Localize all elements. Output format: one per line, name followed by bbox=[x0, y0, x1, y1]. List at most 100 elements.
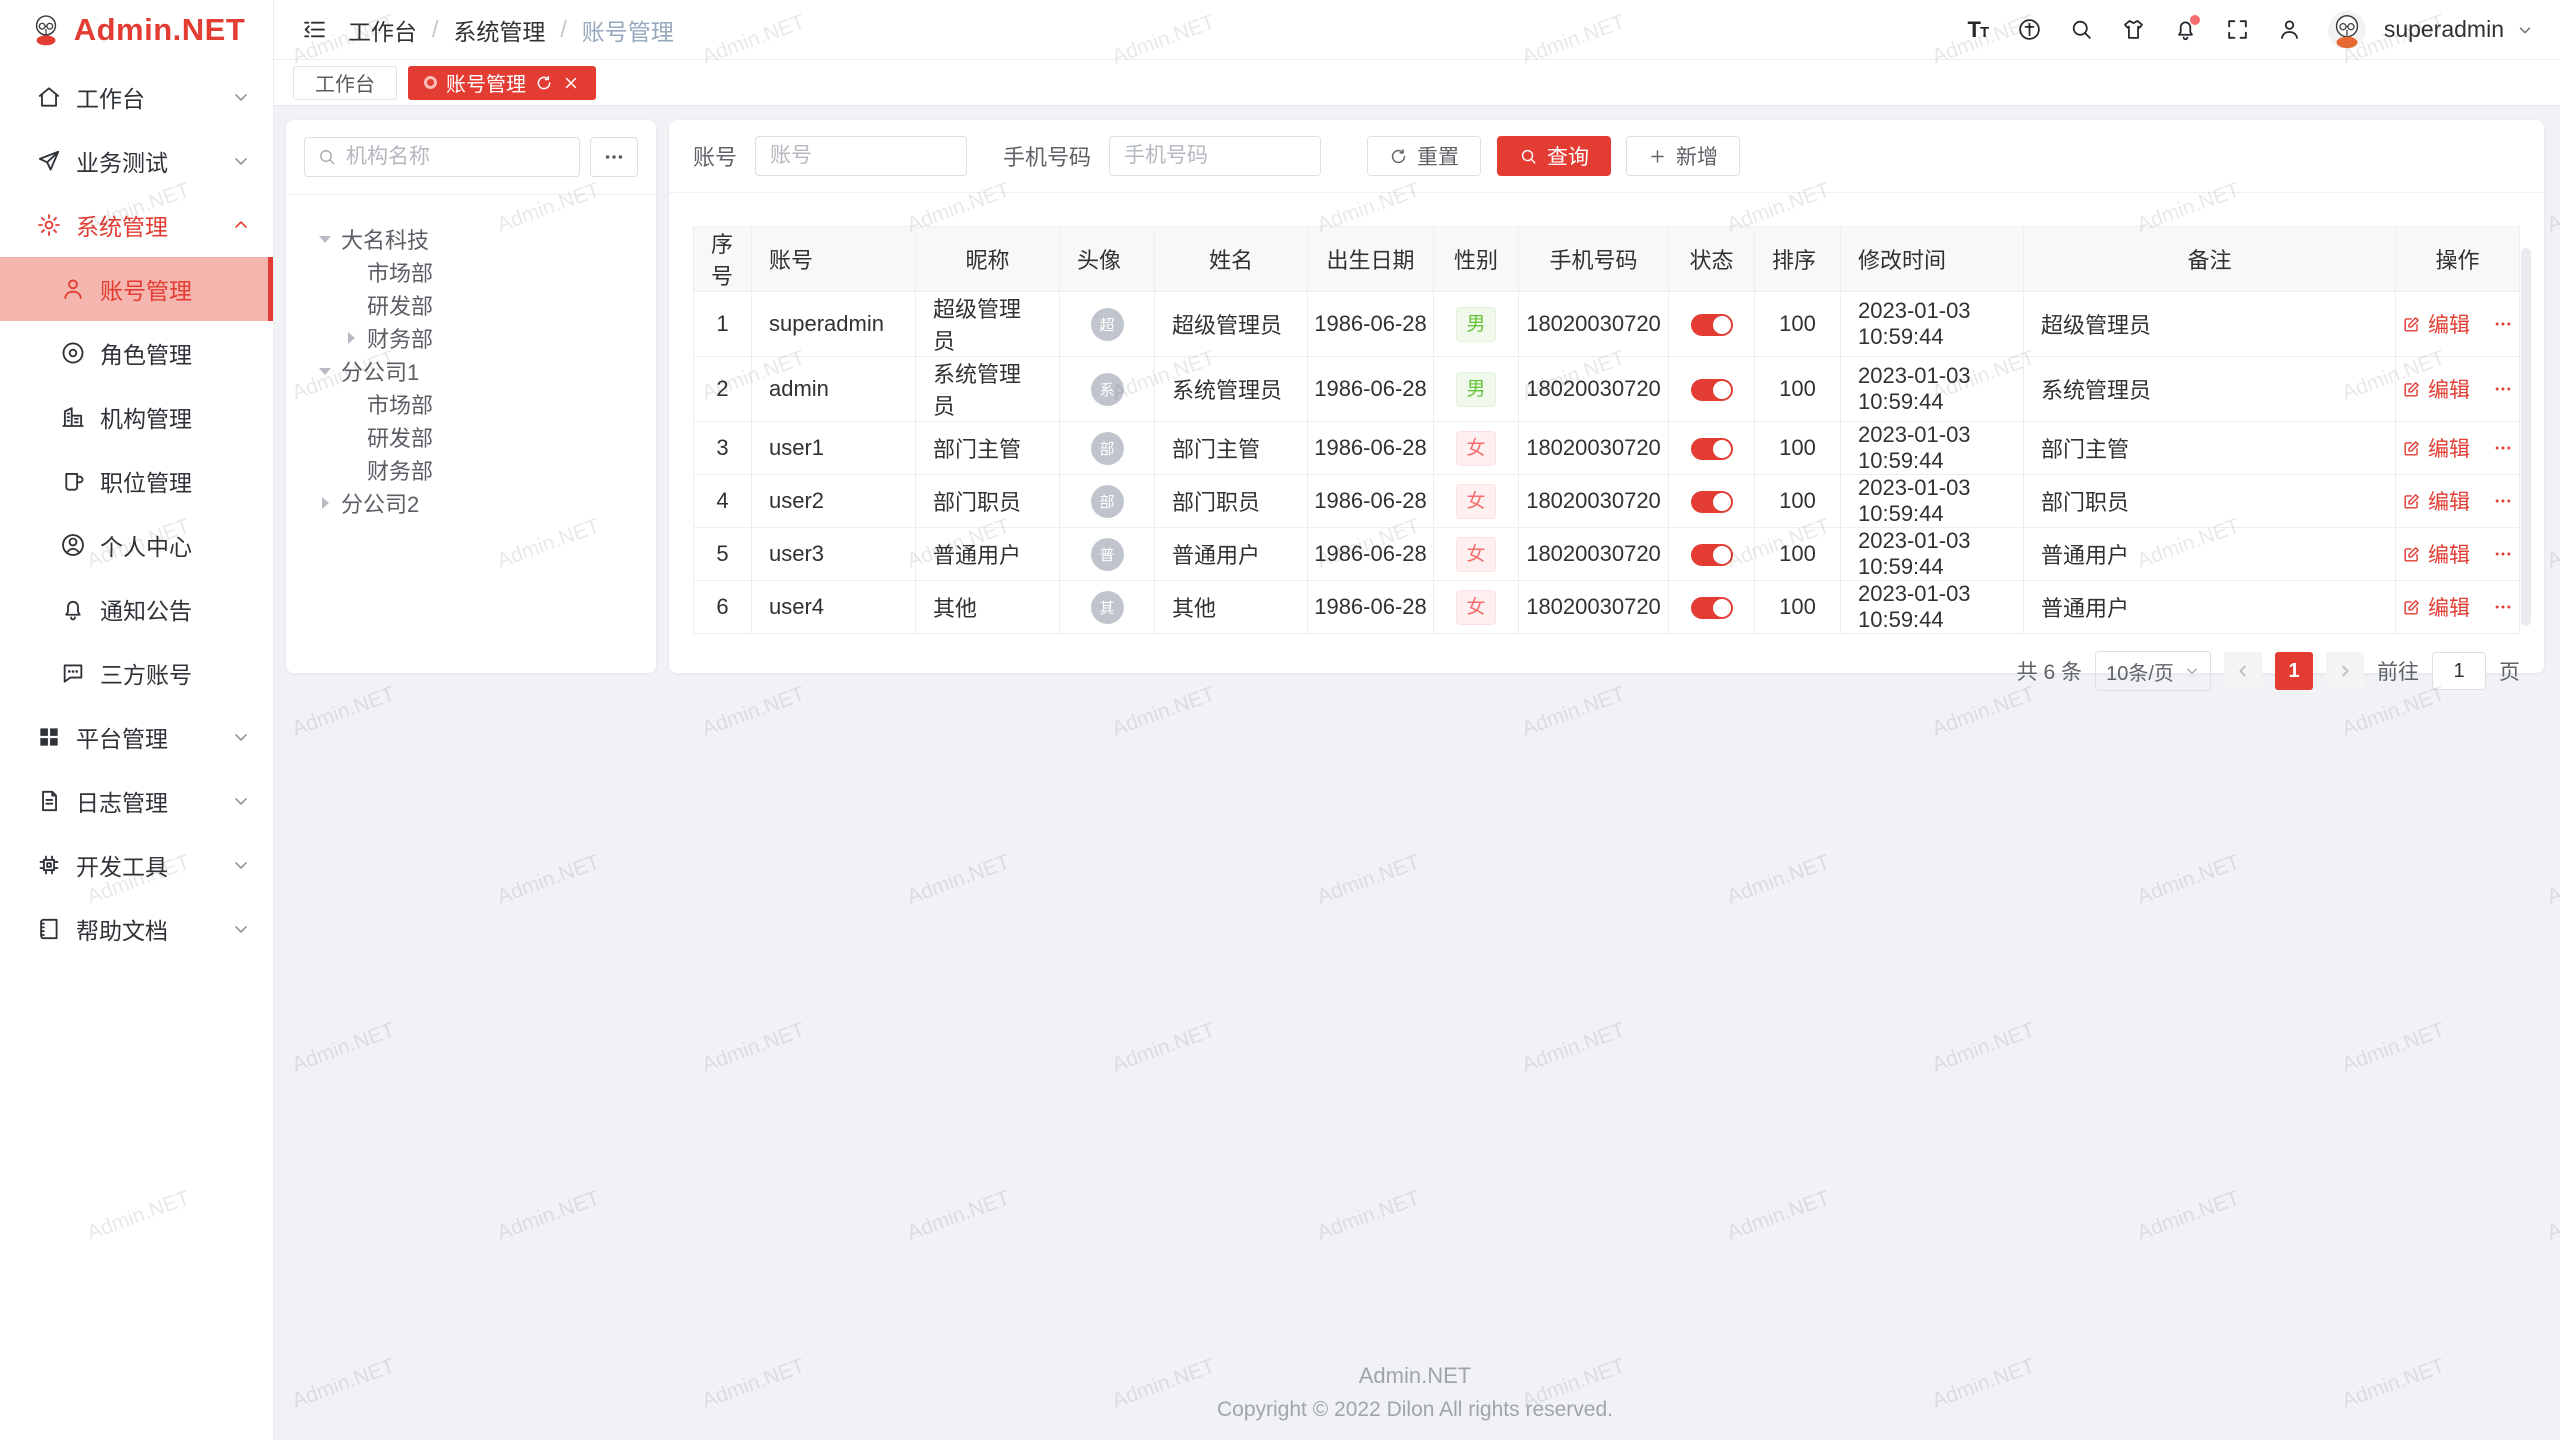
status-toggle[interactable] bbox=[1691, 314, 1733, 336]
tab-refresh-icon[interactable] bbox=[535, 74, 553, 92]
sidebar-item[interactable]: 三方账号 bbox=[0, 641, 273, 705]
tree-node[interactable]: 分公司2 bbox=[304, 486, 638, 519]
query-button[interactable]: 查询 bbox=[1497, 136, 1611, 176]
mug-icon bbox=[60, 468, 86, 494]
more-actions-button[interactable] bbox=[2493, 544, 2513, 564]
tree-caret-icon[interactable] bbox=[344, 298, 358, 312]
tree-caret-icon[interactable] bbox=[318, 496, 332, 510]
edit-button[interactable]: 编辑 bbox=[2402, 374, 2470, 404]
font-size-icon[interactable]: TT bbox=[1956, 8, 2000, 52]
notification-badge bbox=[2190, 15, 2200, 25]
cell-remark: 系统管理员 bbox=[2024, 357, 2396, 422]
goto-page-input[interactable] bbox=[2432, 652, 2486, 690]
tree-caret-icon[interactable] bbox=[344, 331, 358, 345]
add-button[interactable]: 新增 bbox=[1626, 136, 1740, 176]
sidebar-item-label: 系统管理 bbox=[76, 208, 231, 242]
tree-caret-icon[interactable] bbox=[344, 463, 358, 477]
edit-button[interactable]: 编辑 bbox=[2402, 539, 2470, 569]
status-toggle[interactable] bbox=[1691, 438, 1733, 460]
fullscreen-icon[interactable] bbox=[2216, 8, 2260, 52]
home-icon bbox=[36, 84, 62, 110]
sidebar-item[interactable]: 工作台 bbox=[0, 65, 273, 129]
org-more-button[interactable] bbox=[590, 137, 638, 177]
tree-node[interactable]: 市场部 bbox=[304, 255, 638, 288]
tree-caret-icon[interactable] bbox=[344, 265, 358, 279]
more-dots-icon bbox=[2493, 379, 2513, 399]
account-filter-input[interactable] bbox=[755, 136, 967, 176]
table-scrollbar[interactable] bbox=[2521, 248, 2531, 626]
more-actions-button[interactable] bbox=[2493, 314, 2513, 334]
tab-workbench[interactable]: 工作台 bbox=[293, 66, 397, 100]
tree-node[interactable]: 研发部 bbox=[304, 420, 638, 453]
more-actions-button[interactable] bbox=[2493, 491, 2513, 511]
prev-page-button[interactable] bbox=[2224, 652, 2262, 690]
status-toggle[interactable] bbox=[1691, 491, 1733, 513]
cell-remark: 超级管理员 bbox=[2024, 292, 2396, 357]
sidebar-item[interactable]: 角色管理 bbox=[0, 321, 273, 385]
logo[interactable]: Admin.NET bbox=[0, 0, 273, 60]
phone-filter-input[interactable] bbox=[1109, 136, 1321, 176]
tree-node[interactable]: 市场部 bbox=[304, 387, 638, 420]
next-page-button[interactable] bbox=[2326, 652, 2364, 690]
user-avatar[interactable] bbox=[2328, 11, 2366, 49]
status-toggle[interactable] bbox=[1691, 597, 1733, 619]
edit-button[interactable]: 编辑 bbox=[2402, 592, 2470, 622]
sidebar-item[interactable]: 日志管理 bbox=[0, 769, 273, 833]
gender-badge: 女 bbox=[1456, 431, 1495, 466]
cell-avatar: 普 bbox=[1060, 528, 1155, 581]
avatar: 系 bbox=[1091, 373, 1124, 406]
edit-button[interactable]: 编辑 bbox=[2402, 309, 2470, 339]
notification-icon[interactable] bbox=[2164, 8, 2208, 52]
username[interactable]: superadmin bbox=[2384, 16, 2504, 43]
sidebar-item[interactable]: 通知公告 bbox=[0, 577, 273, 641]
sidebar-item[interactable]: 账号管理 bbox=[0, 257, 273, 321]
sidebar-item[interactable]: 业务测试 bbox=[0, 129, 273, 193]
tree-caret-icon[interactable] bbox=[318, 232, 332, 246]
profile-icon[interactable] bbox=[2268, 8, 2312, 52]
tab-close-icon[interactable] bbox=[562, 74, 580, 92]
more-actions-button[interactable] bbox=[2493, 379, 2513, 399]
sidebar-item[interactable]: 帮助文档 bbox=[0, 897, 273, 961]
tree-node[interactable]: 分公司1 bbox=[304, 354, 638, 387]
chevron-right-icon bbox=[2336, 662, 2354, 680]
reset-button[interactable]: 重置 bbox=[1367, 136, 1481, 176]
cell-account: user4 bbox=[752, 581, 916, 634]
column-header: 头像 bbox=[1060, 227, 1155, 292]
status-toggle[interactable] bbox=[1691, 544, 1733, 566]
current-page[interactable]: 1 bbox=[2275, 652, 2313, 690]
sidebar-item[interactable]: 职位管理 bbox=[0, 449, 273, 513]
sidebar-item[interactable]: 平台管理 bbox=[0, 705, 273, 769]
tree-node[interactable]: 财务部 bbox=[304, 453, 638, 486]
sidebar-item[interactable]: 个人中心 bbox=[0, 513, 273, 577]
tree-caret-icon[interactable] bbox=[344, 397, 358, 411]
cell-avatar: 其 bbox=[1060, 581, 1155, 634]
collapse-menu-icon[interactable] bbox=[294, 10, 334, 50]
org-search-input[interactable] bbox=[346, 145, 567, 169]
edit-button[interactable]: 编辑 bbox=[2402, 433, 2470, 463]
tab-account-management[interactable]: 账号管理 bbox=[408, 66, 596, 100]
tree-node-label: 财务部 bbox=[367, 322, 433, 354]
breadcrumb-item[interactable]: 工作台 bbox=[348, 13, 417, 47]
tree-caret-icon[interactable] bbox=[344, 430, 358, 444]
tree-node[interactable]: 财务部 bbox=[304, 321, 638, 354]
sidebar: Admin.NET 工作台 业务测试 bbox=[0, 0, 274, 1440]
sidebar-item[interactable]: 开发工具 bbox=[0, 833, 273, 897]
user-menu-chevron-icon[interactable] bbox=[2516, 21, 2534, 39]
language-icon[interactable] bbox=[2008, 8, 2052, 52]
page-size-select[interactable]: 10条/页 bbox=[2095, 651, 2211, 691]
table-row: 1 superadmin 超级管理员 超 超级管理员 1986-06-28 男 … bbox=[694, 292, 2520, 357]
status-toggle[interactable] bbox=[1691, 379, 1733, 401]
tree-node[interactable]: 大名科技 bbox=[304, 222, 638, 255]
more-actions-button[interactable] bbox=[2493, 438, 2513, 458]
sidebar-item[interactable]: 机构管理 bbox=[0, 385, 273, 449]
sidebar-item[interactable]: 系统管理 bbox=[0, 193, 273, 257]
more-dots-icon bbox=[2493, 438, 2513, 458]
more-actions-button[interactable] bbox=[2493, 597, 2513, 617]
edit-button[interactable]: 编辑 bbox=[2402, 486, 2470, 516]
tree-node[interactable]: 研发部 bbox=[304, 288, 638, 321]
theme-icon[interactable] bbox=[2112, 8, 2156, 52]
tree-caret-icon[interactable] bbox=[318, 364, 332, 378]
search-icon[interactable] bbox=[2060, 8, 2104, 52]
breadcrumb-item[interactable]: 系统管理 bbox=[453, 13, 545, 47]
main-column: 工作台 / 系统管理 / 账号管理 TT bbox=[274, 0, 2560, 1440]
